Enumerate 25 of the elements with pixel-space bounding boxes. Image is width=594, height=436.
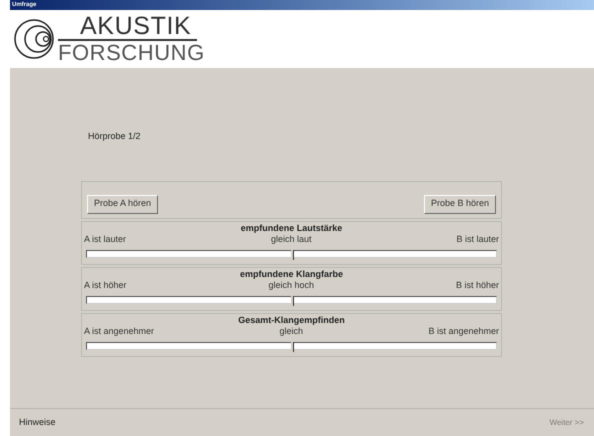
scale-title: Gesamt-Klangempfinden <box>238 314 345 326</box>
scale-label: A ist höher <box>84 280 127 290</box>
scale-label: gleich <box>279 326 303 336</box>
scale-label: A ist lauter <box>84 234 126 244</box>
scale-title: empfundene Lautstärke <box>240 222 342 234</box>
slider-thumb[interactable] <box>290 342 294 352</box>
slider-track[interactable] <box>86 250 497 258</box>
scale-label: gleich laut <box>270 234 312 244</box>
slider-track[interactable] <box>86 296 497 304</box>
scale-label: B ist lauter <box>456 234 499 244</box>
slider-thumb[interactable] <box>290 296 294 306</box>
logo-text: FORSCHUNG <box>58 40 205 64</box>
scale-label: B ist höher <box>456 280 499 290</box>
play-button[interactable]: Probe B hören <box>424 194 496 214</box>
logo-text: AKUSTIK <box>58 14 198 40</box>
sample-heading: Hörprobe 1/2 <box>88 130 141 143</box>
slider-track[interactable] <box>86 342 497 350</box>
scale-title: empfundene Klangfarbe <box>240 268 343 280</box>
hints-button[interactable]: Hinweise <box>19 416 56 430</box>
scale-label: B ist angenehmer <box>428 326 499 336</box>
slider-thumb[interactable] <box>290 250 294 260</box>
scale-label: gleich hoch <box>268 280 314 290</box>
play-button[interactable]: Probe A hören <box>87 194 158 214</box>
logo-icon <box>12 18 56 60</box>
scale-label: A ist angenehmer <box>84 326 154 336</box>
